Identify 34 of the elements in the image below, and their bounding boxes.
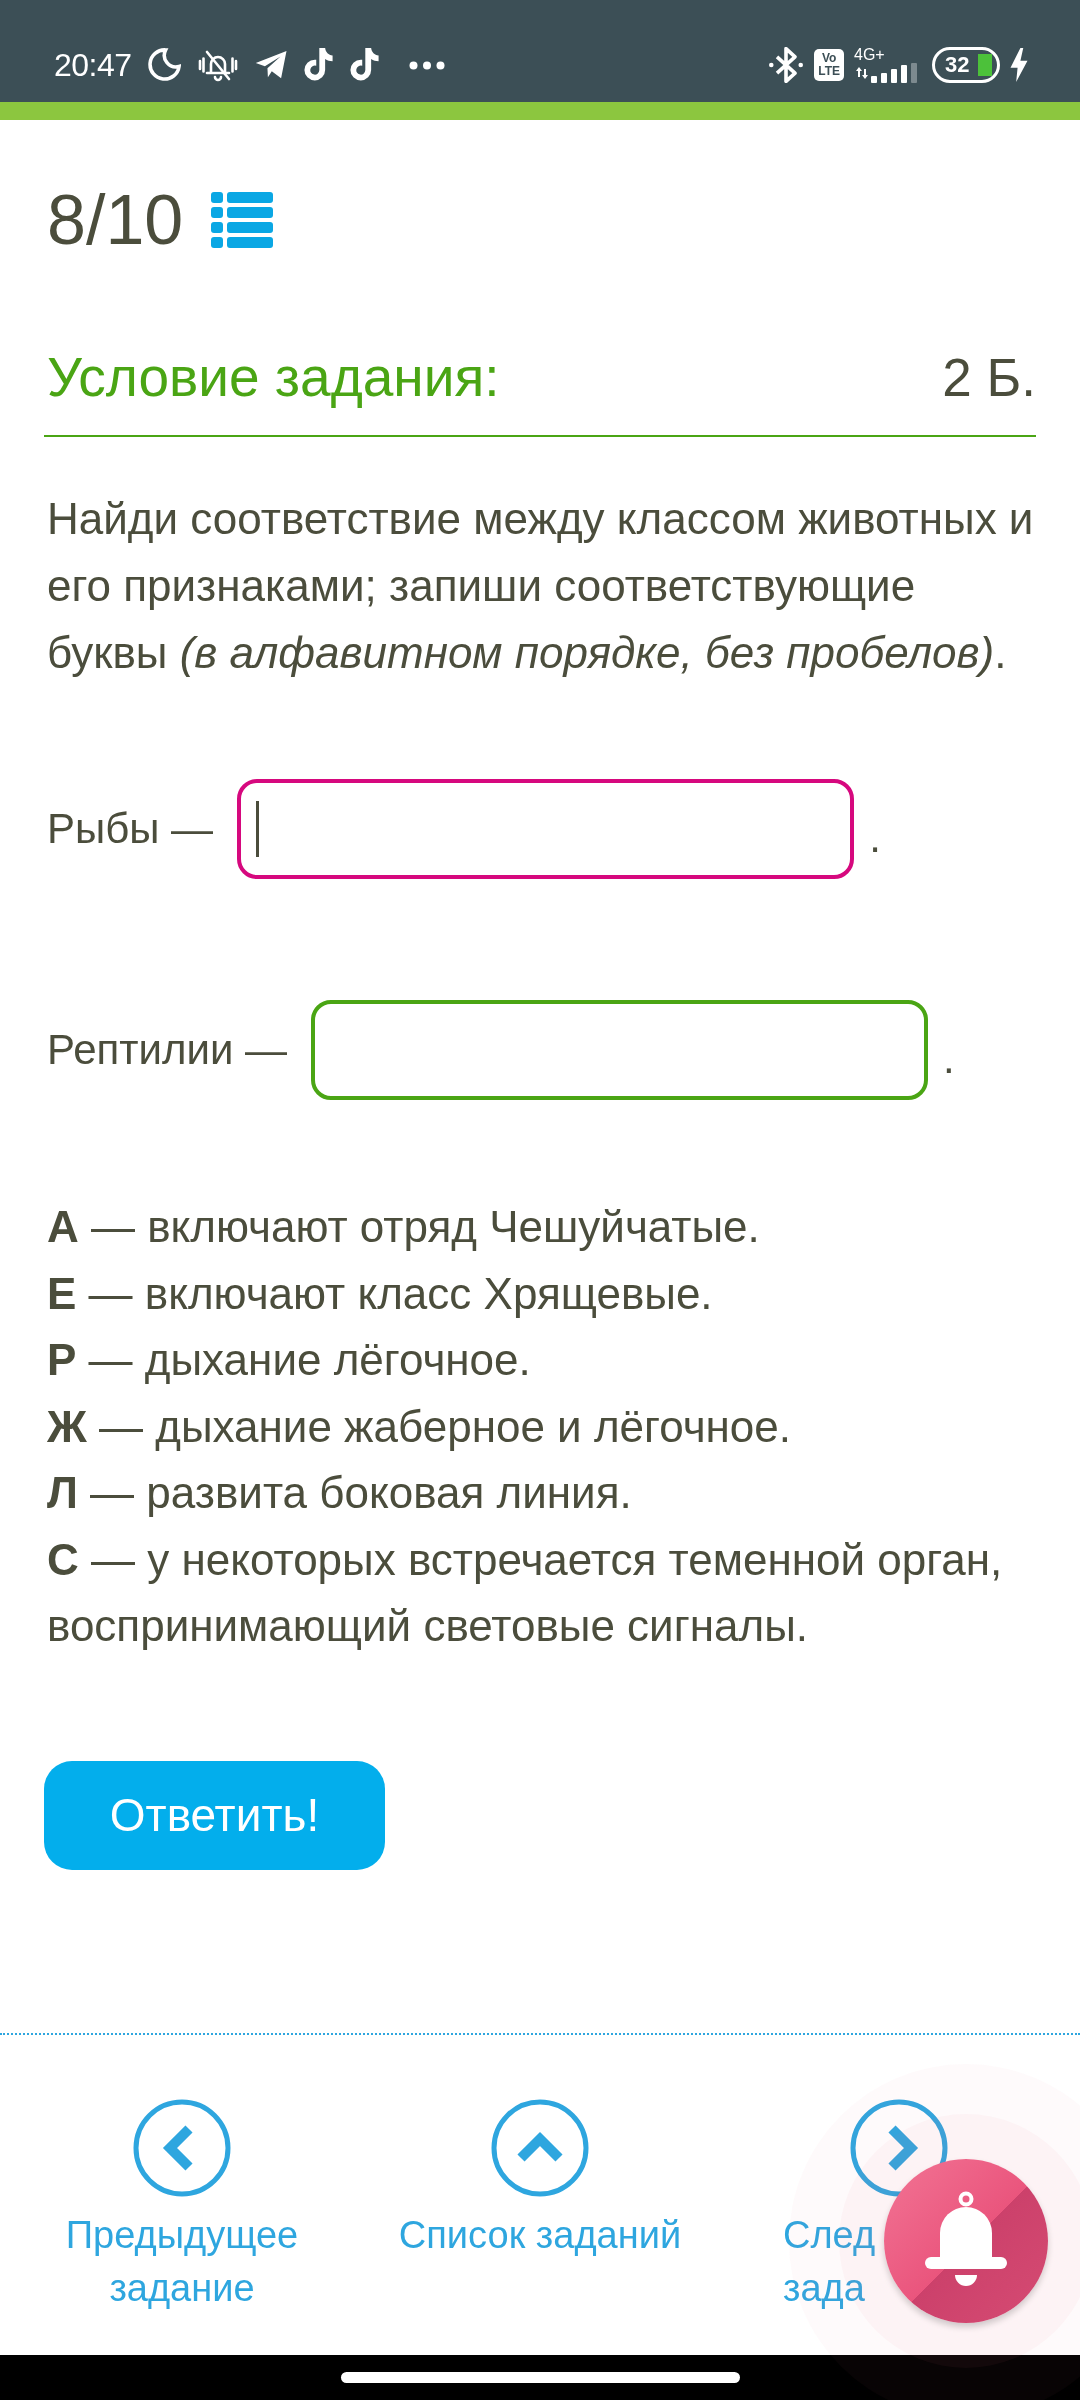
clock-time: 20:47 bbox=[54, 49, 132, 81]
bluetooth-icon bbox=[768, 47, 805, 83]
option-text: А — включают отряд Чешуйчатые. bbox=[47, 1201, 761, 1253]
paper-plane-icon bbox=[254, 50, 288, 80]
answer-label: Рептилии — bbox=[47, 1029, 288, 1071]
list-icon[interactable] bbox=[211, 192, 274, 248]
task-list-link[interactable]: Список заданий bbox=[398, 2099, 682, 2262]
option-text: Р — дыхание лёгочное. bbox=[47, 1334, 532, 1386]
answer-field[interactable] bbox=[237, 779, 855, 879]
network-type-label: 4G+ bbox=[854, 47, 885, 63]
more-dots-icon bbox=[408, 60, 445, 70]
task-counter: 8/10 bbox=[47, 185, 184, 255]
option-text: Е — включают класс Хрящевые. bbox=[47, 1267, 714, 1320]
option-text: С — у некоторых встречается теменной орган, воспринимающий световые сигналы. bbox=[47, 1533, 1004, 1652]
task-title: Условие задания: bbox=[47, 347, 500, 407]
option-text: Ж — дыхание жаберное и лёгочное. bbox=[47, 1400, 793, 1453]
answer-label: Рыбы — bbox=[47, 808, 214, 850]
lightning-bolt-icon bbox=[1010, 48, 1028, 82]
battery-percent: 32 bbox=[945, 54, 970, 76]
option-text: Л — развита боковая линия. bbox=[47, 1467, 633, 1519]
period-text: . bbox=[869, 813, 881, 859]
chevron-up-circle-icon bbox=[491, 2099, 589, 2197]
previous-task-link[interactable]: Предыдущее задание bbox=[65, 2099, 299, 2315]
task-points: 2 Б. bbox=[942, 348, 1036, 408]
chevron-left-circle-icon bbox=[133, 2099, 231, 2197]
submit-button[interactable]: Ответить! bbox=[44, 1760, 385, 1870]
text-cursor bbox=[256, 801, 260, 857]
task-instruction: Найди соответствие между классом животных и его признаками; запиши соответствующие буквы (в алфавитном порядке, без пробелов). bbox=[47, 493, 1035, 679]
music-note-icon bbox=[302, 48, 334, 82]
music-note-icon bbox=[348, 48, 380, 82]
period-text: . bbox=[943, 1034, 955, 1080]
network-badge: Vo LTE bbox=[814, 49, 844, 81]
answer-field[interactable] bbox=[311, 1000, 929, 1100]
moon-icon bbox=[146, 48, 181, 82]
